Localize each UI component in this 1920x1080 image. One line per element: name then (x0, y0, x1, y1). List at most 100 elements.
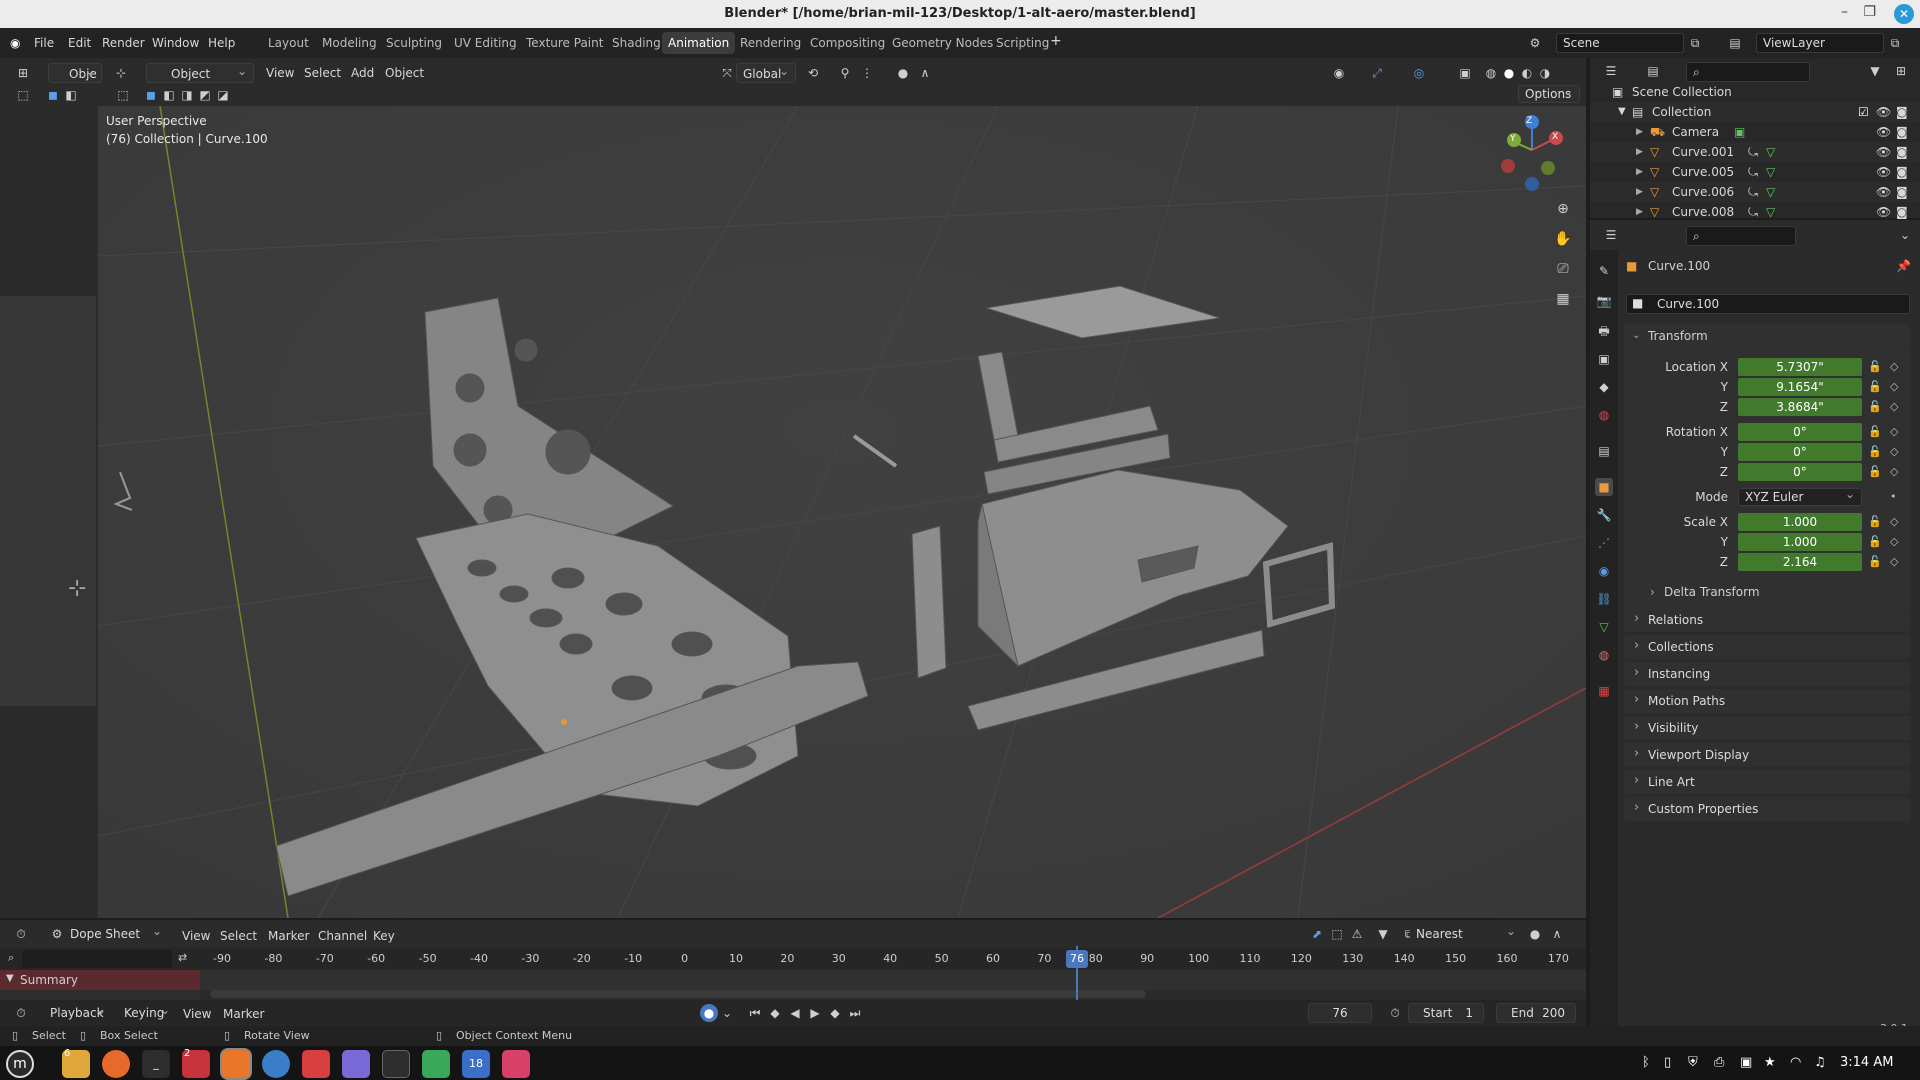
keyframe-icon[interactable]: ◇ (1890, 400, 1902, 413)
zoom-icon[interactable]: ⊕ (1554, 200, 1572, 218)
panel-viewport-display[interactable]: Viewport Display (1624, 742, 1910, 767)
snap-dropdown[interactable]: Nearest Frame (1410, 921, 1522, 961)
timeline-editor-icon[interactable]: ⏱ (12, 1004, 30, 1022)
options-dropdown[interactable]: Options (1518, 83, 1580, 103)
dopesheet-menu-view[interactable]: View (182, 926, 210, 946)
wireframe-shading-icon[interactable]: ◍ (1482, 64, 1500, 82)
jump-prev-key-icon[interactable]: ◆ (766, 1004, 784, 1022)
keyframe-icon[interactable]: ◇ (1890, 555, 1902, 568)
start-frame-field[interactable]: Start 1 (1408, 1003, 1484, 1023)
outliner-row-item[interactable]: ▶ ▽ Curve.008 ⤿ ▽ 👁 ◙ (1590, 202, 1920, 222)
end-frame-field[interactable]: End 200 (1496, 1003, 1576, 1023)
viewport-menu-add[interactable]: Add (351, 63, 374, 83)
properties-search-input[interactable]: ⌕ (1686, 226, 1796, 246)
expand-arrow-icon[interactable]: ▶ (1636, 122, 1643, 142)
snap-icon[interactable]: ⚲ (836, 64, 854, 82)
playback-dropdown[interactable]: Playback (44, 1000, 112, 1023)
lock-icon[interactable]: 🔓 (1868, 360, 1882, 373)
panel-collections[interactable]: Collections (1624, 634, 1910, 659)
select-box-icon[interactable]: ◼ (44, 86, 62, 104)
expand-arrow-icon[interactable]: ▼ (1618, 102, 1626, 122)
falloff-curve-icon[interactable]: ∧ (1548, 925, 1566, 943)
mode-dropdown[interactable]: Object Mode (146, 61, 254, 101)
outliner-row-item[interactable]: ▶ ▽ Curve.005 ⤿ ▽ 👁 ◙ (1590, 162, 1920, 182)
view-layer-tab-icon[interactable]: ▣ (1595, 350, 1613, 368)
jump-end-icon[interactable]: ⏭ (846, 1004, 864, 1022)
menu-render[interactable]: Render (102, 36, 145, 50)
dopesheet-filter-icon[interactable]: ▼ (1374, 925, 1392, 943)
scene-selector[interactable]: Scene (1556, 33, 1684, 53)
scene-tab-icon[interactable]: ◆ (1595, 378, 1613, 396)
transform-icon[interactable]: ⊹ (112, 64, 130, 82)
channel-search-icon[interactable]: ⌕ (8, 951, 14, 965)
properties-options-icon[interactable]: ⌄ (1896, 226, 1914, 244)
view-layer-selector[interactable]: ViewLayer (1756, 33, 1884, 53)
particles-tab-icon[interactable]: ⋰ (1595, 534, 1613, 552)
orientation-dropdown[interactable]: Global (736, 61, 796, 83)
solid-shading-icon[interactable]: ● (1500, 64, 1518, 82)
viewport-menu-select[interactable]: Select (304, 63, 341, 83)
rotation-x-field[interactable]: 0° (1738, 423, 1862, 441)
mode-extend-icon[interactable]: ◧ (160, 86, 178, 104)
text-editor-app-icon[interactable] (342, 1050, 370, 1078)
rotation-y-field[interactable]: 0° (1738, 443, 1862, 461)
keyframe-icon[interactable]: ◇ (1890, 380, 1902, 393)
blender-app-icon[interactable] (222, 1050, 250, 1078)
expand-arrow-icon[interactable]: ▶ (1636, 142, 1643, 162)
outliner-row-item[interactable]: ▶ ⛟ Camera ▣ 👁 ◙ (1590, 122, 1920, 142)
workspace-tab-compositing[interactable]: Compositing (804, 32, 891, 54)
lock-icon[interactable]: 🔓 (1868, 465, 1882, 478)
summary-channel[interactable]: ▼ Summary (0, 970, 200, 990)
printer-icon[interactable]: ⎙ (1714, 1055, 1724, 1070)
mode-keyframe-icon[interactable]: • (1890, 490, 1902, 503)
orientation-icon[interactable]: ⤧ (718, 64, 736, 82)
eye-icon[interactable]: 👁 (1876, 142, 1891, 162)
lock-icon[interactable]: 🔓 (1868, 400, 1882, 413)
curve-data-icon[interactable]: ▽ (1766, 142, 1775, 162)
lock-icon[interactable]: 🔓 (1868, 445, 1882, 458)
collection-checkbox-icon[interactable]: ☑ (1858, 102, 1869, 122)
new-scene-icon[interactable]: ⧉ (1686, 34, 1704, 52)
render-camera-icon[interactable]: ◙ (1896, 202, 1908, 222)
collection-tab-icon[interactable]: ▤ (1595, 442, 1613, 460)
cursor-tool-icon[interactable]: ⬚ (114, 86, 132, 104)
camera-view-icon[interactable]: ⎚ (1554, 260, 1572, 278)
timeline-menu-view[interactable]: View (183, 1004, 211, 1024)
menu-file[interactable]: File (34, 36, 54, 50)
scale-z-field[interactable]: 2.164 (1738, 553, 1862, 571)
modifier-icon[interactable]: ⤿ (1748, 182, 1758, 202)
menu-help[interactable]: Help (208, 36, 235, 50)
proportional-edit-icon[interactable]: ● (1526, 925, 1544, 943)
swap-icon[interactable]: ⇄ (178, 951, 187, 964)
viewport-menu-view[interactable]: View (266, 63, 294, 83)
slicer-app-icon[interactable] (302, 1050, 330, 1078)
terminal-app-icon[interactable]: _ (142, 1050, 170, 1078)
curve-data-icon[interactable]: ▽ (1766, 202, 1775, 222)
scale-y-field[interactable]: 1.000 (1738, 533, 1862, 551)
pan-hand-icon[interactable]: ✋ (1554, 230, 1572, 248)
update-icon[interactable]: ▣ (1740, 1055, 1752, 1070)
dopesheet-menu-marker[interactable]: Marker (268, 926, 309, 946)
new-collection-icon[interactable]: ⊞ (1892, 62, 1910, 80)
scene-icon[interactable]: ⚙ (1526, 34, 1544, 52)
play-reverse-icon[interactable]: ◀ (786, 1004, 804, 1022)
constraints-tab-icon[interactable]: ⛓ (1595, 590, 1613, 608)
physics-tab-icon[interactable]: ◉ (1595, 562, 1613, 580)
render-camera-icon[interactable]: ◙ (1896, 162, 1908, 182)
delta-transform-subpanel[interactable]: › Delta Transform (1646, 582, 1896, 602)
dopesheet-summary-row[interactable]: ▼ Summary (0, 970, 1586, 990)
editor-type-dropdown[interactable]: Obje (48, 61, 102, 83)
keyframe-icon[interactable]: ◇ (1890, 515, 1902, 528)
auto-keying-mode-icon[interactable]: ⌄ (718, 1004, 736, 1022)
workspace-tab-shading[interactable]: Shading (606, 32, 667, 54)
snap-target-icon[interactable]: ⋮ (858, 64, 876, 82)
panel-instancing[interactable]: Instancing (1624, 661, 1910, 686)
outliner-row-scene-collection[interactable]: ▣ Scene Collection (1590, 82, 1920, 102)
only-errors-icon[interactable]: ⚠ (1348, 925, 1366, 943)
location-y-field[interactable]: 9.1654" (1738, 378, 1862, 396)
world-tab-icon[interactable]: ◍ (1595, 406, 1613, 424)
editor-type-icon[interactable]: ⊞ (14, 64, 32, 82)
bluetooth-icon[interactable]: ᛒ (1642, 1055, 1650, 1070)
horizontal-scrollbar[interactable] (210, 990, 1146, 998)
dopesheet-frame-ruler[interactable]: ⌕ ⇄ -90 -80 -70 -60 -50 -40 -30 -20 -10 0 10 20 30 40… (0, 948, 1586, 970)
